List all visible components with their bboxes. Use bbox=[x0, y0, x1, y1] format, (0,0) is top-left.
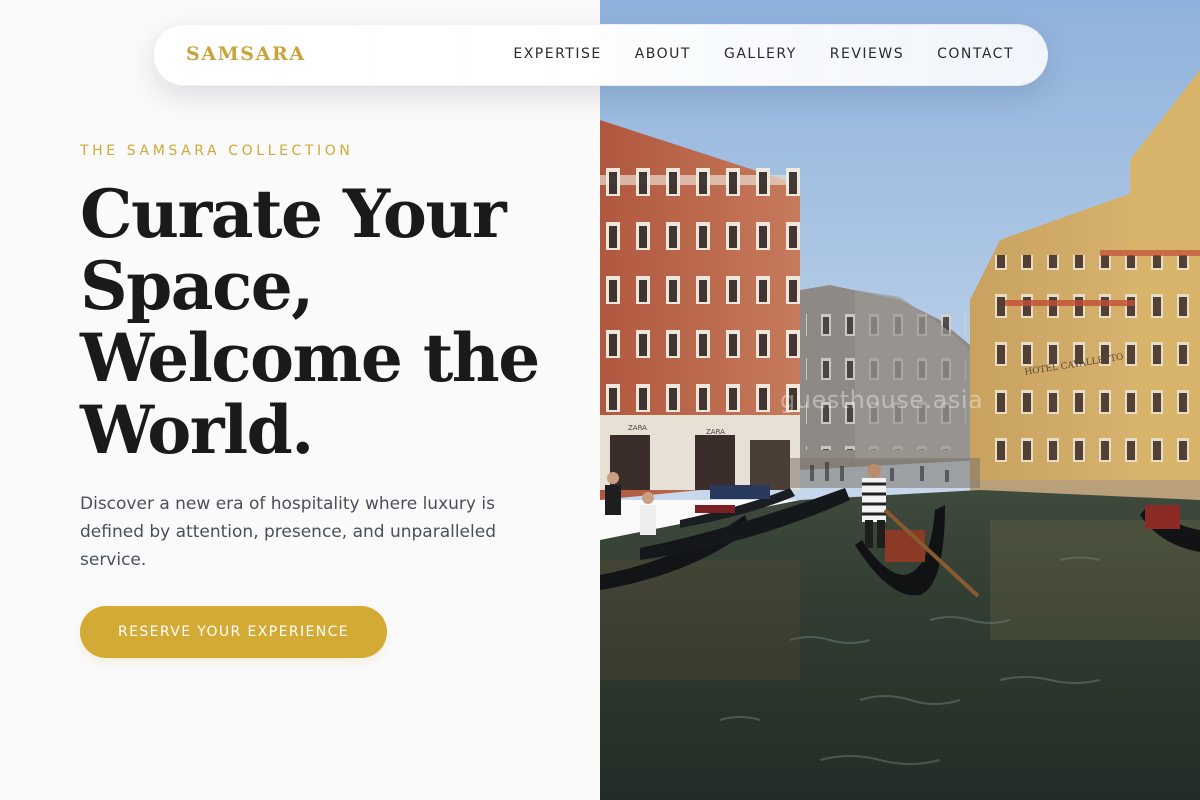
image-watermark: guesthouse.asia bbox=[780, 386, 984, 414]
headline-line: Welcome the bbox=[80, 319, 540, 397]
headline-line: Curate Your bbox=[80, 175, 507, 253]
nav-link-about[interactable]: ABOUT bbox=[635, 46, 691, 62]
shop-sign: ZARA bbox=[706, 428, 725, 436]
headline-line: World. bbox=[80, 391, 314, 469]
hero-description: Discover a new era of hospitality where … bbox=[80, 494, 496, 570]
hero-headline: Curate Your Space, Welcome the World. bbox=[80, 178, 580, 466]
nav-link-reviews[interactable]: REVIEWS bbox=[830, 46, 904, 62]
headline-line: Space, bbox=[80, 247, 314, 325]
hero-eyebrow: THE SAMSARA COLLECTION bbox=[80, 143, 354, 159]
nav-links: EXPERTISE ABOUT GALLERY REVIEWS CONTACT bbox=[513, 46, 1014, 62]
hero-content: THE SAMSARA COLLECTION Curate Your Space… bbox=[0, 0, 600, 800]
brand-logo[interactable]: SAMSARA bbox=[186, 43, 306, 65]
nav-link-contact[interactable]: CONTACT bbox=[937, 46, 1014, 62]
hero-photo: ZARA ZARA HOTEL CAVALLETTO guesthouse.as… bbox=[600, 0, 1200, 800]
nav-link-gallery[interactable]: GALLERY bbox=[724, 46, 797, 62]
reserve-experience-button[interactable]: RESERVE YOUR EXPERIENCE bbox=[80, 606, 387, 658]
top-navigation: SAMSARA EXPERTISE ABOUT GALLERY REVIEWS … bbox=[153, 24, 1048, 86]
shop-sign: ZARA bbox=[628, 424, 647, 432]
nav-link-expertise[interactable]: EXPERTISE bbox=[513, 46, 601, 62]
